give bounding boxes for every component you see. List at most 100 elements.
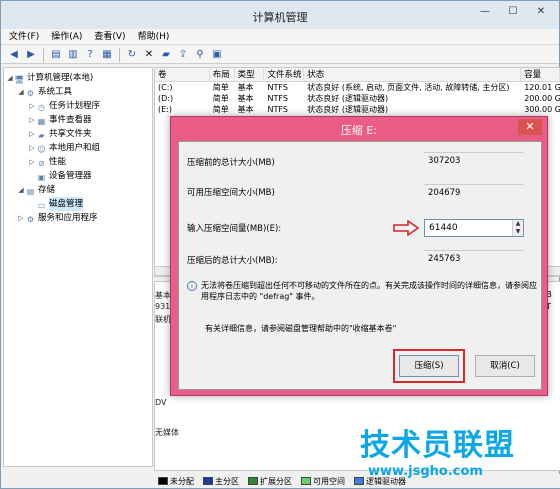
shrink-amount-label: 输入压缩空间量(MB)(E): bbox=[187, 224, 282, 234]
close-window-button[interactable]: ✕ bbox=[529, 5, 553, 21]
expand-arrow-icon[interactable]: ▷ bbox=[28, 127, 36, 141]
expand-arrow-icon[interactable]: ◢ bbox=[17, 85, 25, 99]
spin-down-icon[interactable]: ▼ bbox=[512, 228, 523, 236]
legend-swatch bbox=[301, 477, 311, 485]
table-cell: 简单 bbox=[212, 105, 229, 114]
maximize-button[interactable]: ☐ bbox=[501, 5, 525, 21]
forward-arrow-icon[interactable]: ▶ bbox=[24, 48, 38, 62]
folder-open-icon[interactable]: ▰ bbox=[159, 48, 173, 62]
tree-item[interactable]: ▷ ⊘ 性能 bbox=[4, 155, 152, 169]
shrink-amount-input[interactable] bbox=[424, 219, 524, 237]
menu-view[interactable]: 查看(V) bbox=[94, 29, 125, 44]
up-folder-icon[interactable]: ▤ bbox=[49, 48, 63, 62]
tree-item[interactable]: ▷ ⚙ 服务和应用程序 bbox=[4, 211, 152, 225]
table-row[interactable]: (E:) 简单 基本 NTFS 状态良好 (逻辑驱动器) 300.00 G bbox=[155, 104, 560, 115]
tools-icon: ⚙ bbox=[26, 89, 35, 98]
legend-label: 扩展分区 bbox=[260, 476, 292, 486]
expand-arrow-icon[interactable]: ▷ bbox=[28, 141, 36, 155]
expand-arrow-icon[interactable]: ◢ bbox=[6, 71, 14, 85]
tree-item[interactable]: ▷ ☺ 本地用户和组 bbox=[4, 141, 152, 155]
shrink-dialog: 压缩 E: ✕ 压缩前的总计大小(MB) 307203 可用压缩空间大小(MB)… bbox=[170, 116, 548, 396]
table-cell: 状态良好 (逻辑驱动器) bbox=[307, 94, 389, 103]
legend-label: 未分配 bbox=[170, 476, 194, 486]
column-header-capacity[interactable]: 容量 bbox=[521, 68, 560, 81]
legend-swatch bbox=[158, 477, 168, 485]
tree-item[interactable]: ◢ ⚙ 系统工具 bbox=[4, 85, 152, 99]
table-cell: NTFS bbox=[267, 94, 288, 103]
legend-swatch bbox=[248, 477, 258, 485]
table-cell: NTFS bbox=[267, 105, 288, 114]
tree-item[interactable]: ◢ 🖥 计算机管理(本地) bbox=[4, 71, 152, 85]
legend-label: 主分区 bbox=[215, 476, 239, 486]
column-header-layout[interactable]: 布局 bbox=[210, 68, 235, 81]
expand-arrow-icon[interactable]: ▷ bbox=[17, 211, 25, 225]
dialog-close-button[interactable]: ✕ bbox=[518, 119, 542, 135]
performance-icon: ⊘ bbox=[38, 159, 45, 168]
tree-item-label: 本地用户和组 bbox=[49, 143, 101, 153]
column-header-volume[interactable]: 卷 bbox=[155, 68, 210, 81]
table-cell: 基本 bbox=[237, 83, 254, 92]
table-cell: NTFS bbox=[267, 83, 288, 92]
disk-icon: ▭ bbox=[37, 201, 46, 210]
users-icon: ☺ bbox=[37, 145, 46, 154]
expand-arrow-icon[interactable]: ◢ bbox=[17, 183, 25, 197]
tree-item[interactable]: ◢ ▤ 存储 bbox=[4, 183, 152, 197]
table-row[interactable]: (C:) 简单 基本 NTFS 状态良好 (系统, 启动, 页面文件, 活动, 故障转储… bbox=[155, 82, 560, 93]
table-cell: (E:) bbox=[158, 105, 172, 114]
delete-icon[interactable]: ✕ bbox=[142, 48, 156, 62]
dialog-title: 压缩 E: bbox=[340, 124, 378, 137]
menu-action[interactable]: 操作(A) bbox=[51, 29, 82, 44]
expand-arrow-icon[interactable]: ▷ bbox=[28, 113, 36, 127]
tree-item-label: 设备管理器 bbox=[49, 171, 92, 181]
toolbar-divider bbox=[119, 47, 120, 62]
table-cell: 状态良好 (系统, 启动, 页面文件, 活动, 故障转储, 主分区) bbox=[307, 83, 510, 92]
tree-item[interactable]: ▷ ▦ 事件查看器 bbox=[4, 113, 152, 127]
table-cell: 简单 bbox=[212, 83, 229, 92]
help-text: 有关详细信息，请参阅磁盘管理帮助中的"收缩基本卷" bbox=[205, 324, 397, 333]
navigation-tree: ◢ 🖥 计算机管理(本地) ◢ ⚙ 系统工具 ▷ ◷ 任务计划程序 ▷ ▦ 事件查看器 ▷ ▰ 共享文件夹 ▷… bbox=[3, 67, 153, 467]
tree-item-label: 共享文件夹 bbox=[49, 129, 92, 139]
shrink-amount-spinner[interactable]: ▲ ▼ bbox=[512, 220, 523, 236]
column-header-filesystem[interactable]: 文件系统 bbox=[264, 68, 305, 81]
console-tree-icon[interactable]: ▥ bbox=[66, 48, 80, 62]
column-header-status[interactable]: 状态 bbox=[304, 68, 522, 81]
properties-icon[interactable]: ▦ bbox=[100, 48, 114, 62]
available-value: 204679 bbox=[424, 184, 524, 200]
table-cell: 基本 bbox=[237, 105, 254, 114]
volume-rows: (C:) 简单 基本 NTFS 状态良好 (系统, 启动, 页面文件, 活动, 故障转储… bbox=[155, 82, 560, 115]
tree-item[interactable]: ▣ 设备管理器 bbox=[4, 169, 152, 183]
expand-arrow-icon[interactable]: ▷ bbox=[28, 155, 36, 169]
cancel-button[interactable]: 取消(C) bbox=[475, 355, 535, 377]
tree-item-label: 磁盘管理 bbox=[49, 197, 84, 211]
refresh-icon[interactable]: ↻ bbox=[125, 48, 139, 62]
legend-item: 主分区 bbox=[203, 476, 239, 487]
menu-file[interactable]: 文件(F) bbox=[9, 29, 39, 44]
dvd-drive-label: DV bbox=[155, 398, 195, 407]
shrink-button[interactable]: 压缩(S) bbox=[399, 355, 459, 377]
dialog-body: 压缩前的总计大小(MB) 307203 可用压缩空间大小(MB) 204679 … bbox=[178, 141, 542, 390]
tree-item[interactable]: ▷ ▰ 共享文件夹 bbox=[4, 127, 152, 141]
tree-item-label: 服务和应用程序 bbox=[38, 213, 98, 223]
toolbar: ◀ ▶ ▤ ▥ ? ▦ ↻ ✕ ▰ ⇪ ⚲ ▣ bbox=[1, 46, 559, 64]
legend-label: 可用空间 bbox=[313, 476, 345, 486]
tree-item[interactable]: ▷ ◷ 任务计划程序 bbox=[4, 99, 152, 113]
tree-item[interactable]: ▭ 磁盘管理 bbox=[4, 197, 152, 211]
minimize-button[interactable]: — bbox=[473, 5, 497, 21]
tree-item-label: 计算机管理(本地) bbox=[27, 73, 94, 83]
export-icon[interactable]: ⇪ bbox=[176, 48, 190, 62]
view-icon[interactable]: ▣ bbox=[210, 48, 224, 62]
menu-bar: 文件(F) 操作(A) 查看(V) 帮助(H) bbox=[1, 29, 559, 45]
tree-item-label: 任务计划程序 bbox=[49, 101, 101, 111]
help-icon[interactable]: ? bbox=[83, 48, 97, 62]
expand-arrow-icon[interactable]: ▷ bbox=[28, 99, 36, 113]
column-header-type[interactable]: 类型 bbox=[235, 68, 265, 81]
spin-up-icon[interactable]: ▲ bbox=[512, 220, 523, 228]
device-icon: ▣ bbox=[37, 173, 46, 182]
back-arrow-icon[interactable]: ◀ bbox=[7, 48, 21, 62]
menu-help[interactable]: 帮助(H) bbox=[138, 29, 170, 44]
event-icon: ▦ bbox=[37, 117, 46, 126]
search-icon[interactable]: ⚲ bbox=[193, 48, 207, 62]
table-row[interactable]: (D:) 简单 基本 NTFS 状态良好 (逻辑驱动器) 200.00 G bbox=[155, 93, 560, 104]
watermark-logo: 技术员联盟 www.jsgho.com bbox=[360, 420, 540, 484]
folder-icon: ▰ bbox=[38, 131, 45, 140]
